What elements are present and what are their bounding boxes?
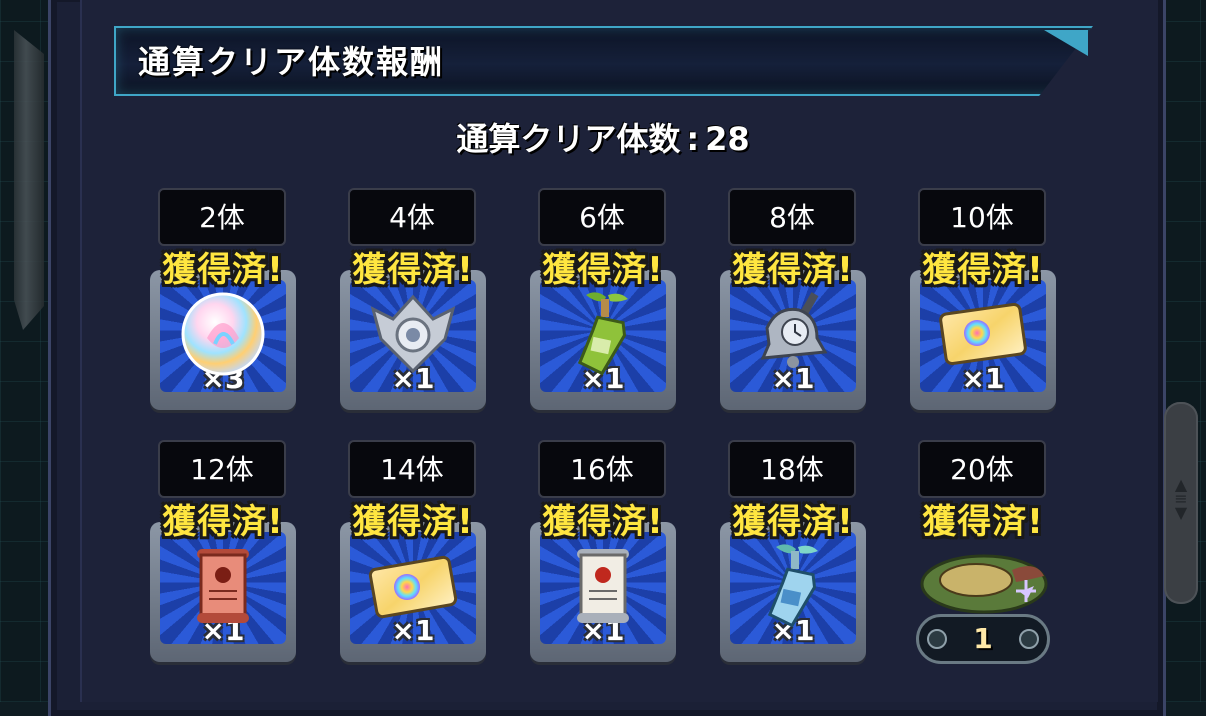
red-scroll-icon	[197, 548, 249, 623]
reward-threshold: 10体	[918, 188, 1046, 246]
scroll-grip-icon[interactable]: ▲ ≡ ▼	[1173, 477, 1189, 526]
special-quantity-plate: 1	[916, 614, 1050, 664]
total-clear-separator: :	[686, 120, 700, 158]
rainbow-ticket-icon	[939, 302, 1027, 365]
claimed-badge: 獲得済!	[352, 502, 474, 542]
white-scroll-icon	[577, 548, 629, 623]
reward-item-18[interactable]: 18体 獲得済! ×1	[720, 440, 866, 666]
reward-item-16[interactable]: 16体 獲得済! ×1	[530, 440, 676, 666]
reward-threshold: 20体	[918, 440, 1046, 498]
reward-threshold: 16体	[538, 440, 666, 498]
scrollbar[interactable]: ▲ ≡ ▼	[1164, 402, 1198, 604]
reward-threshold: 6体	[538, 188, 666, 246]
special-reward: 1	[910, 532, 1056, 664]
reward-item-6[interactable]: 6体 獲得済! ×1	[530, 188, 676, 414]
reward-item-20[interactable]: 20体 獲得済! 1	[910, 440, 1056, 666]
special-reward-icon	[920, 554, 1048, 614]
bell-clock-icon	[760, 291, 828, 368]
el-bottle-icon	[767, 544, 818, 628]
silver-emblem-icon	[370, 294, 456, 373]
reward-threshold: 14体	[348, 440, 476, 498]
claimed-badge: 獲得済!	[542, 502, 664, 542]
total-clear-value: 28	[705, 120, 750, 158]
claimed-badge: 獲得済!	[732, 502, 854, 542]
rainbow-orb-icon	[181, 292, 265, 376]
claimed-badge: 獲得済!	[922, 250, 1044, 290]
reward-item-12[interactable]: 12体 獲得済! ×1	[150, 440, 296, 666]
reward-quantity: 1	[973, 622, 993, 655]
claimed-badge: 獲得済!	[352, 250, 474, 290]
total-clear-label: 通算クリア体数	[456, 120, 681, 158]
claimed-badge: 獲得済!	[162, 250, 284, 290]
claimed-badge: 獲得済!	[162, 502, 284, 542]
page-title: 通算クリア体数報酬	[138, 43, 445, 81]
side-ornament	[14, 30, 44, 330]
reward-item-14[interactable]: 14体 獲得済! ×1	[340, 440, 486, 666]
reward-threshold: 2体	[158, 188, 286, 246]
reward-item-8[interactable]: 8体 獲得済! ×1	[720, 188, 866, 414]
claimed-badge: 獲得済!	[542, 250, 664, 290]
claimed-badge: 獲得済!	[922, 502, 1044, 542]
reward-threshold: 18体	[728, 440, 856, 498]
reward-item-2[interactable]: 2体 獲得済! ×3	[150, 188, 296, 414]
rainbow-ticket-icon	[368, 555, 458, 618]
reward-threshold: 12体	[158, 440, 286, 498]
reward-item-10[interactable]: 10体 獲得済! ×1	[910, 188, 1056, 414]
total-clear-count: 通算クリア体数:28	[0, 116, 1206, 162]
reward-item-4[interactable]: 4体 獲得済! ×1	[340, 188, 486, 414]
reward-threshold: 8体	[728, 188, 856, 246]
reward-threshold: 4体	[348, 188, 476, 246]
sprout-bottle-icon	[577, 292, 628, 376]
claimed-badge: 獲得済!	[732, 250, 854, 290]
